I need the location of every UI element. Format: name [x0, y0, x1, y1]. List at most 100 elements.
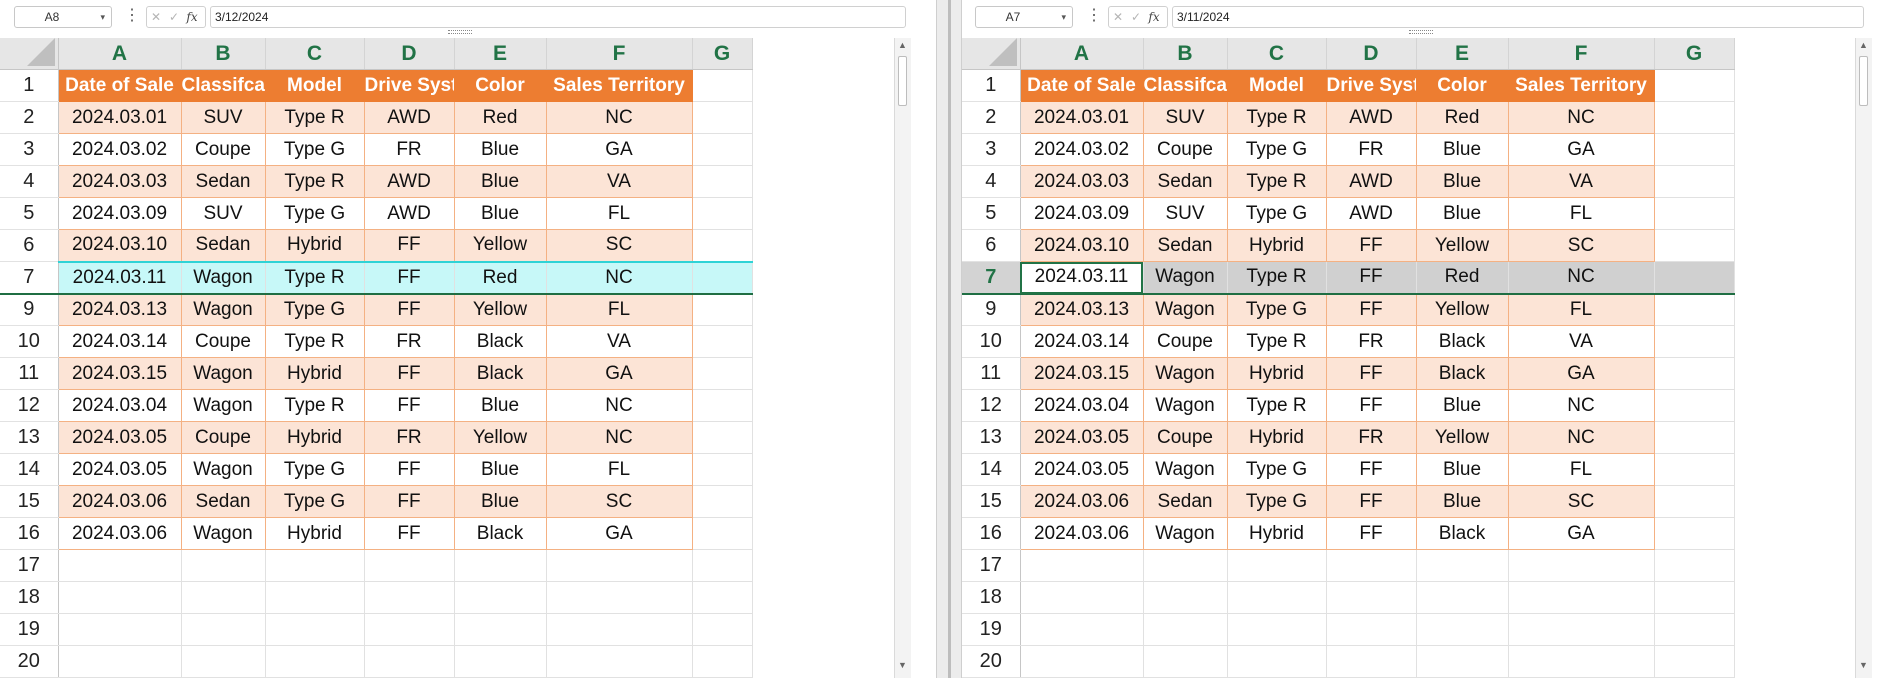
name-box[interactable]: A8 ▾	[14, 6, 112, 28]
cell-c19[interactable]	[1227, 613, 1327, 646]
cell-g2[interactable]	[692, 101, 753, 134]
cell-g6[interactable]	[1654, 229, 1735, 262]
cell-g5[interactable]	[692, 197, 753, 230]
cell-f17[interactable]	[546, 549, 693, 582]
cell-e3[interactable]: Blue	[454, 133, 547, 166]
cell-e17[interactable]	[1416, 549, 1509, 582]
cell-g3[interactable]	[692, 133, 753, 166]
cell-a16[interactable]: 2024.03.06	[58, 517, 182, 550]
cell-b18[interactable]	[181, 581, 266, 614]
cell-f1[interactable]: Sales Territory	[546, 69, 693, 102]
name-box-dropdown-icon[interactable]: ▾	[100, 7, 105, 27]
cell-d1[interactable]: Drive System	[1326, 69, 1417, 102]
cell-g15[interactable]	[1654, 485, 1735, 518]
cell-c18[interactable]	[265, 581, 365, 614]
cell-c17[interactable]	[265, 549, 365, 582]
window-split-divider[interactable]	[936, 0, 962, 678]
cell-f9[interactable]: FL	[546, 293, 693, 326]
cell-e20[interactable]	[454, 645, 547, 678]
cell-a9[interactable]: 2024.03.13	[1020, 293, 1144, 326]
cell-f10[interactable]: VA	[1508, 325, 1655, 358]
cancel-icon[interactable]: ✕	[1109, 7, 1127, 27]
cell-g4[interactable]	[1654, 165, 1735, 198]
formula-input[interactable]: 3/12/2024	[210, 6, 906, 28]
row-header-6[interactable]: 6	[962, 229, 1021, 262]
cell-f20[interactable]	[1508, 645, 1655, 678]
cell-f11[interactable]: GA	[546, 357, 693, 390]
cell-d17[interactable]	[1326, 549, 1417, 582]
cell-c5[interactable]: Type G	[1227, 197, 1327, 230]
cell-b5[interactable]: SUV	[181, 197, 266, 230]
cell-a2[interactable]: 2024.03.01	[1020, 101, 1144, 134]
cell-e13[interactable]: Yellow	[1416, 421, 1509, 454]
cell-c7[interactable]: Type R	[1227, 261, 1327, 295]
cell-c1[interactable]: Model	[1227, 69, 1327, 102]
cell-e6[interactable]: Yellow	[454, 229, 547, 262]
cell-f17[interactable]	[1508, 549, 1655, 582]
cell-e2[interactable]: Red	[454, 101, 547, 134]
cell-a10[interactable]: 2024.03.14	[1020, 325, 1144, 358]
formula-bar-resize-handle[interactable]	[1409, 30, 1433, 34]
cell-d2[interactable]: AWD	[364, 101, 455, 134]
cell-b7[interactable]: Wagon	[181, 260, 266, 295]
cell-f14[interactable]: FL	[1508, 453, 1655, 486]
cell-b16[interactable]: Wagon	[181, 517, 266, 550]
scrollbar-thumb[interactable]	[898, 56, 907, 106]
cell-f19[interactable]	[1508, 613, 1655, 646]
cell-g17[interactable]	[692, 549, 753, 582]
cell-e16[interactable]: Black	[454, 517, 547, 550]
cell-g6[interactable]	[692, 229, 753, 262]
cell-g4[interactable]	[692, 165, 753, 198]
cell-b18[interactable]	[1143, 581, 1228, 614]
cell-f13[interactable]: NC	[1508, 421, 1655, 454]
cell-e11[interactable]: Black	[1416, 357, 1509, 390]
cell-b1[interactable]: Classifcation	[181, 69, 266, 102]
cell-d13[interactable]: FR	[1326, 421, 1417, 454]
cell-d11[interactable]: FF	[1326, 357, 1417, 390]
cell-a18[interactable]	[1020, 581, 1144, 614]
row-header-11[interactable]: 11	[0, 357, 59, 390]
cell-a19[interactable]	[58, 613, 182, 646]
cell-d17[interactable]	[364, 549, 455, 582]
cell-d6[interactable]: FF	[1326, 229, 1417, 262]
row-header-10[interactable]: 10	[962, 325, 1021, 358]
cell-c13[interactable]: Hybrid	[1227, 421, 1327, 454]
cell-g14[interactable]	[692, 453, 753, 486]
cell-e12[interactable]: Blue	[1416, 389, 1509, 422]
cell-g1[interactable]	[692, 69, 753, 102]
cell-e5[interactable]: Blue	[454, 197, 547, 230]
column-header-g[interactable]: G	[1654, 38, 1735, 70]
cell-a2[interactable]: 2024.03.01	[58, 101, 182, 134]
row-header-1[interactable]: 1	[0, 69, 59, 102]
cell-b13[interactable]: Coupe	[1143, 421, 1228, 454]
cell-f15[interactable]: SC	[1508, 485, 1655, 518]
cell-a4[interactable]: 2024.03.03	[58, 165, 182, 198]
cell-b12[interactable]: Wagon	[181, 389, 266, 422]
cell-c9[interactable]: Type G	[265, 293, 365, 326]
cell-b15[interactable]: Sedan	[1143, 485, 1228, 518]
cell-c14[interactable]: Type G	[265, 453, 365, 486]
cell-f20[interactable]	[546, 645, 693, 678]
cell-g20[interactable]	[692, 645, 753, 678]
cell-a12[interactable]: 2024.03.04	[58, 389, 182, 422]
cell-a16[interactable]: 2024.03.06	[1020, 517, 1144, 550]
cell-b14[interactable]: Wagon	[181, 453, 266, 486]
cell-f7[interactable]: NC	[1508, 261, 1655, 295]
cell-c18[interactable]	[1227, 581, 1327, 614]
cell-c16[interactable]: Hybrid	[265, 517, 365, 550]
cell-c16[interactable]: Hybrid	[1227, 517, 1327, 550]
cell-c13[interactable]: Hybrid	[265, 421, 365, 454]
cell-c20[interactable]	[265, 645, 365, 678]
select-all-corner[interactable]	[962, 38, 1021, 70]
cell-a13[interactable]: 2024.03.05	[1020, 421, 1144, 454]
row-header-10[interactable]: 10	[0, 325, 59, 358]
cell-b3[interactable]: Coupe	[1143, 133, 1228, 166]
cell-g3[interactable]	[1654, 133, 1735, 166]
column-header-c[interactable]: C	[265, 38, 365, 70]
more-options-icon[interactable]: ⋮	[124, 5, 140, 27]
enter-check-icon[interactable]: ✓	[165, 7, 183, 27]
cell-c11[interactable]: Hybrid	[265, 357, 365, 390]
cell-f11[interactable]: GA	[1508, 357, 1655, 390]
row-header-4[interactable]: 4	[0, 165, 59, 198]
row-header-3[interactable]: 3	[962, 133, 1021, 166]
